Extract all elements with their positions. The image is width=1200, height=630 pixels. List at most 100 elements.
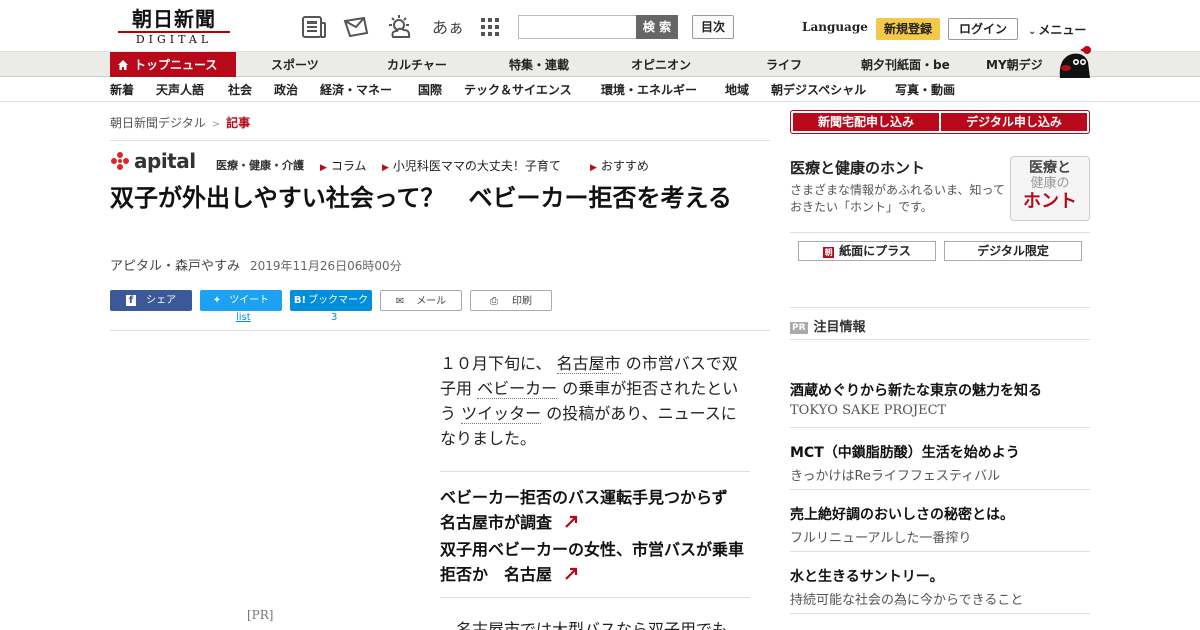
paper-plus-icon: 朝 bbox=[823, 247, 835, 258]
keyword-link[interactable]: 名古屋市 bbox=[556, 354, 621, 374]
divider bbox=[790, 613, 1090, 614]
twitter-share-button[interactable]: ✦ ツイート bbox=[200, 290, 282, 311]
apital-logo[interactable]: apital bbox=[110, 149, 196, 173]
subnav-environment[interactable]: 環境・エネルギー bbox=[601, 78, 697, 102]
para-text: では大型バスなら双子用でも bbox=[520, 620, 729, 630]
apps-grid-icon[interactable] bbox=[476, 13, 504, 41]
keyword-link[interactable]: ツイッター bbox=[461, 404, 542, 424]
honto-title[interactable]: 医療と健康のホント bbox=[790, 157, 925, 178]
related-article-link[interactable]: ベビーカー拒否のバス運転手見つからず 名古屋市が調査 bbox=[440, 485, 752, 535]
ad-sponsor[interactable]: TOKYO SAKE PROJECT bbox=[790, 403, 946, 418]
subnav-economy[interactable]: 経済・マネー bbox=[320, 78, 392, 102]
article-author[interactable]: アピタル・森戸やすみ bbox=[110, 259, 240, 274]
toc-button[interactable]: 目次 bbox=[692, 15, 734, 39]
ad-sponsor[interactable]: きっかけはReライフフェスティバル bbox=[790, 465, 1000, 484]
subscribe-paper-button[interactable]: 新聞宅配申し込み bbox=[793, 113, 939, 131]
ad-title[interactable]: MCT（中鎖脂肪酸）生活を始めよう bbox=[790, 442, 1020, 462]
apital-dots-icon bbox=[111, 152, 129, 170]
site-header: 朝日新聞 DIGITAL あぁ 検 索 目次 Language 新規登録 ログイ… bbox=[0, 0, 1200, 52]
apital-subtitle: 医療・健康・介護 bbox=[216, 159, 304, 172]
messages-icon[interactable] bbox=[342, 13, 370, 41]
print-button[interactable]: ⎙ 印刷 bbox=[470, 290, 552, 311]
subnav-tenseijingo[interactable]: 天声人語 bbox=[156, 78, 204, 102]
facebook-icon: f bbox=[125, 295, 137, 306]
hatena-icon: B! bbox=[293, 295, 307, 306]
hatena-bookmark-label: ブックマーク bbox=[308, 295, 369, 306]
login-button[interactable]: ログイン bbox=[948, 18, 1018, 40]
divider bbox=[790, 551, 1090, 552]
twitter-count[interactable]: list bbox=[236, 312, 251, 323]
category-recommended-label: おすすめ bbox=[600, 159, 649, 173]
language-link[interactable]: Language bbox=[802, 20, 868, 34]
apital-wordmark: apital bbox=[134, 149, 196, 173]
honto-logo-line3: ホント bbox=[1023, 191, 1077, 212]
nav-my-asadigi[interactable]: MY朝デジ bbox=[986, 52, 1043, 77]
hatena-count[interactable]: 3 bbox=[331, 312, 337, 323]
search-input[interactable] bbox=[518, 15, 636, 39]
subnav-photo-video[interactable]: 写真・動画 bbox=[895, 78, 955, 102]
facebook-share-button[interactable]: f シェア bbox=[110, 290, 192, 311]
subnav-international[interactable]: 国際 bbox=[418, 78, 442, 102]
nav-opinion[interactable]: オピニオン bbox=[631, 52, 691, 77]
category-column[interactable]: ▶ コラム bbox=[320, 157, 367, 174]
subscribe-digital-button[interactable]: デジタル申し込み bbox=[941, 113, 1087, 131]
signup-button[interactable]: 新規登録 bbox=[876, 18, 940, 40]
subnav-society[interactable]: 社会 bbox=[228, 78, 252, 102]
subnav-tech-science[interactable]: テック＆サイエンス bbox=[464, 78, 572, 102]
nav-paper[interactable]: 朝夕刊紙面・be bbox=[861, 52, 950, 77]
newspaper-icon[interactable] bbox=[300, 13, 328, 41]
digital-only-button[interactable]: デジタル限定 bbox=[944, 241, 1082, 261]
menu-button[interactable]: ⌄ メニュー bbox=[1028, 21, 1086, 38]
paper-plus-button[interactable]: 朝紙面にプラス bbox=[798, 241, 936, 261]
triangle-right-icon: ▶ bbox=[382, 163, 389, 173]
nav-top-news[interactable]: トップニュース bbox=[110, 52, 236, 77]
breadcrumb-home[interactable]: 朝日新聞デジタル bbox=[110, 116, 206, 130]
pr-badge: PR bbox=[790, 322, 808, 334]
ad-title[interactable]: 水と生きるサントリー。 bbox=[790, 566, 944, 586]
subnav-new[interactable]: 新着 bbox=[110, 78, 134, 102]
article-paragraph: １０月下旬に、 名古屋市 の市営バスで双子用 ベビーカー の乗車が拒否されたとい… bbox=[440, 351, 752, 451]
divider bbox=[110, 140, 770, 141]
print-icon: ⎙ bbox=[490, 296, 498, 307]
breadcrumb-current: 記事 bbox=[226, 116, 251, 130]
ad-title[interactable]: 酒蔵めぐりから新たな東京の魅力を知る bbox=[790, 380, 1042, 400]
keyword-link[interactable]: 名古屋市 bbox=[456, 620, 521, 630]
mail-button[interactable]: ✉ メール bbox=[380, 290, 462, 311]
nav-life[interactable]: ライフ bbox=[766, 52, 802, 77]
nav-culture[interactable]: カルチャー bbox=[387, 52, 447, 77]
triangle-right-icon: ▶ bbox=[320, 163, 327, 173]
ad-pr-label: [PR] bbox=[247, 608, 274, 622]
font-size-icon[interactable]: あぁ bbox=[432, 14, 464, 38]
divider bbox=[790, 307, 1090, 308]
mascot-icon[interactable] bbox=[1054, 44, 1092, 78]
ad-sponsor[interactable]: 持続可能な社会の為に今からできること bbox=[790, 589, 1023, 608]
category-column-label: コラム bbox=[330, 159, 367, 173]
external-link-icon bbox=[564, 567, 577, 580]
keyword-link[interactable]: ベビーカー bbox=[477, 379, 558, 399]
twitter-share-label: ツイート bbox=[229, 295, 270, 306]
asahi-logo[interactable]: 朝日新聞 DIGITAL bbox=[118, 8, 230, 48]
logo-ja: 朝日新聞 bbox=[132, 7, 216, 31]
subscribe-box: 新聞宅配申し込み デジタル申し込み bbox=[790, 110, 1090, 134]
subnav-special[interactable]: 朝デジスペシャル bbox=[771, 78, 866, 102]
ad-title[interactable]: 売上絶好調のおいしさの秘密とは。 bbox=[790, 504, 1014, 524]
subnav-politics[interactable]: 政治 bbox=[274, 78, 298, 102]
honto-logo[interactable]: 医療と 健康の ホント bbox=[1010, 156, 1090, 221]
mail-icon: ✉ bbox=[395, 296, 405, 307]
article-date: 2019年11月26日06時00分 bbox=[250, 259, 402, 273]
weather-icon[interactable] bbox=[385, 13, 413, 41]
category-recommended[interactable]: ▶ おすすめ bbox=[590, 157, 649, 174]
search-button[interactable]: 検 索 bbox=[636, 15, 678, 39]
hatena-bookmark-button[interactable]: B! ブックマーク bbox=[290, 290, 372, 311]
related-article-link[interactable]: 双子用ベビーカーの女性、市営バスが乗車拒否か 名古屋 bbox=[440, 537, 752, 587]
subnav-region[interactable]: 地域 bbox=[725, 78, 749, 102]
mail-label: メール bbox=[416, 296, 447, 307]
honto-description: さまざまな情報があふれるいま、知っておきたい「ホント」です。 bbox=[790, 183, 1005, 214]
ad-sponsor[interactable]: フルリニューアルした一番搾り bbox=[790, 527, 971, 546]
pr-heading-label: 注目情報 bbox=[813, 320, 866, 335]
nav-features[interactable]: 特集・連載 bbox=[509, 52, 569, 77]
category-series[interactable]: ▶ 小児科医ママの大丈夫！子育て bbox=[382, 157, 561, 174]
nav-sports[interactable]: スポーツ bbox=[271, 52, 319, 77]
breadcrumb: 朝日新聞デジタル > 記事 bbox=[110, 114, 250, 131]
honto-logo-line1: 医療と bbox=[1029, 160, 1071, 176]
